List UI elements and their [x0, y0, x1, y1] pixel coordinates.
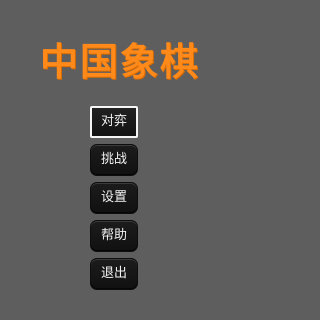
game-main-menu-screen: 中国象棋 对弈 挑战 设置 帮助 退出 [0, 0, 240, 320]
menu-item-play[interactable]: 对弈 [90, 106, 138, 138]
menu-item-challenge[interactable]: 挑战 [90, 144, 138, 176]
game-title: 中国象棋 [39, 39, 200, 84]
menu-item-exit[interactable]: 退出 [90, 258, 138, 290]
menu-item-help[interactable]: 帮助 [90, 220, 138, 252]
menu-item-settings[interactable]: 设置 [90, 182, 138, 214]
